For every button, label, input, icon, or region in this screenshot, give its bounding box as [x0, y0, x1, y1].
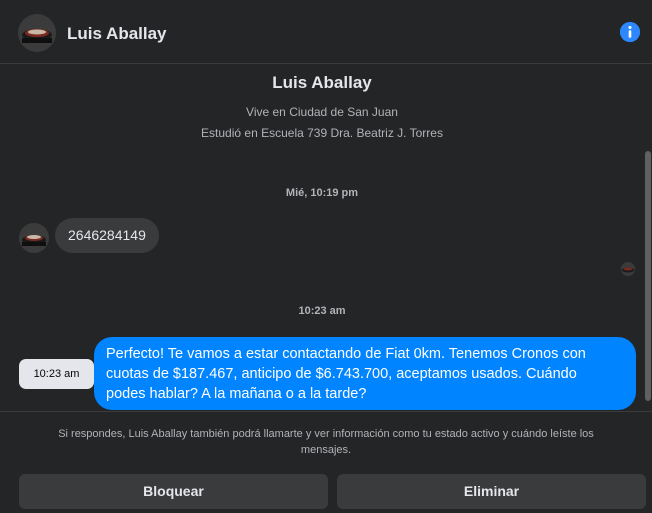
block-button[interactable]: Bloquear: [19, 474, 328, 509]
info-icon[interactable]: [620, 22, 640, 42]
timestamp-divider: Mié, 10:19 pm: [285, 187, 359, 199]
outgoing-message-line: podes hablar? A la mañana o a la tarde?: [106, 386, 367, 402]
outgoing-message-line: Perfecto! Te vamos a estar contactando d…: [106, 346, 586, 362]
sender-avatar[interactable]: [19, 223, 49, 253]
incoming-message[interactable]: 2646284149: [55, 218, 159, 253]
message-thread: Luis Aballay Vive en Ciudad de San Juan …: [0, 65, 644, 411]
privacy-notice: Si respondes, Luis Aballay también podrá…: [30, 426, 622, 458]
profile-education: Estudió en Escuela 739 Dra. Beatriz J. T…: [201, 126, 443, 140]
read-receipt-avatar: [621, 262, 635, 276]
timestamp-divider: 10:23 am: [298, 305, 346, 317]
outgoing-message[interactable]: Perfecto! Te vamos a estar contactando d…: [94, 337, 636, 410]
scrollbar-thumb[interactable]: [645, 151, 651, 401]
contact-name[interactable]: Luis Aballay: [67, 24, 167, 44]
profile-name: Luis Aballay: [272, 73, 372, 92]
scrollbar[interactable]: [644, 65, 652, 411]
delete-button[interactable]: Eliminar: [337, 474, 646, 509]
outgoing-message-line: cuotas de $187.467, anticipo de $6.743.7…: [106, 366, 577, 382]
privacy-notice-line: mensajes.: [300, 444, 352, 456]
message-time-tooltip: 10:23 am: [19, 359, 94, 389]
chat-header: Luis Aballay: [0, 0, 652, 64]
privacy-notice-line: Si respondes, Luis Aballay también podrá…: [58, 428, 594, 440]
contact-avatar[interactable]: [18, 14, 56, 52]
profile-location: Vive en Ciudad de San Juan: [246, 105, 398, 119]
request-footer: Si respondes, Luis Aballay también podrá…: [0, 411, 652, 513]
